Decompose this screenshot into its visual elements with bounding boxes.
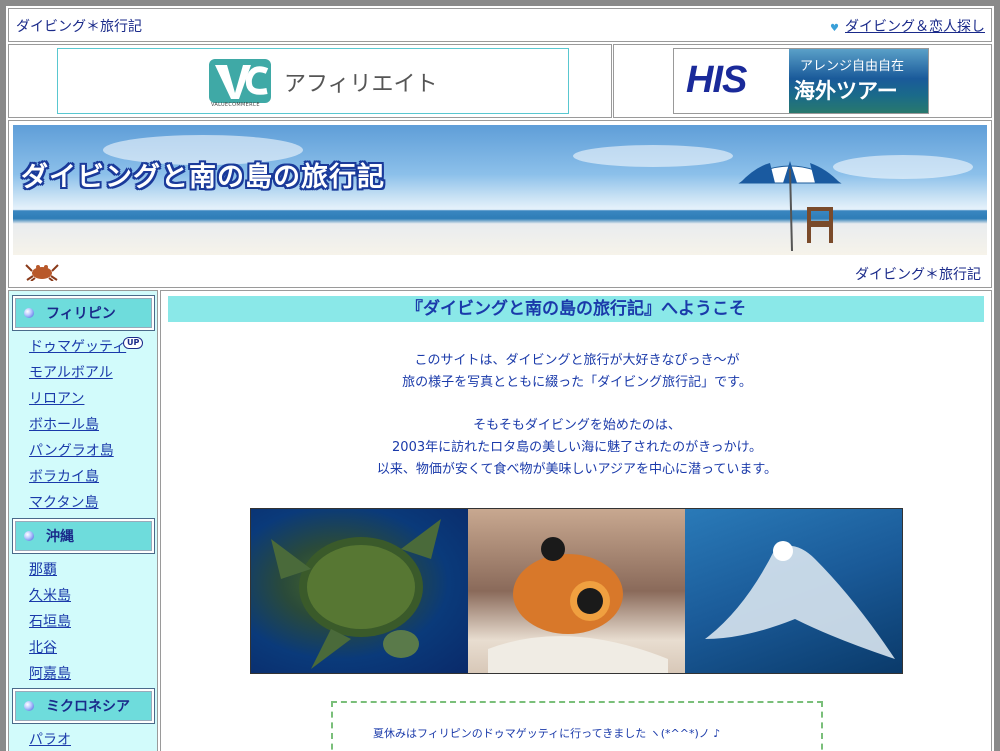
heart-icon: ♥ — [830, 23, 839, 34]
valuecommerce-logo-icon — [209, 59, 271, 103]
affiliate-text: アフィリエイト — [284, 72, 438, 97]
goby-fish-photo[interactable] — [468, 509, 685, 673]
sidebar-item-boracay[interactable]: ボラカイ島 — [29, 466, 99, 486]
valuecommerce-banner[interactable]: アフィリエイト VALUECOMMERCE — [57, 48, 569, 114]
sidebar-item-naha[interactable]: 那覇 — [29, 559, 57, 579]
manta-ray-icon — [705, 541, 895, 659]
top-bar: ダイビング＊旅行記 ♥ ダイビング＆恋人探し — [8, 8, 992, 42]
history-paragraph: そもそもダイビングを始めたのは、 2003年に訪れたロタ島の美しい海に魅了された… — [161, 415, 993, 481]
sidebar-item-ishigaki[interactable]: 石垣島 — [29, 611, 71, 631]
sidebar-item-moalboal[interactable]: モアルボアル — [29, 362, 113, 382]
welcome-heading: 『ダイビングと南の島の旅行記』へようこそ — [168, 296, 984, 322]
news-text: 夏休みはフィリピンのドゥマゲッティに行ってきました ヽ(*^^*)ノ ♪ — [373, 727, 721, 740]
sidebar-item-kumejima[interactable]: 久米島 — [29, 585, 71, 605]
intro-line: このサイトは、ダイビングと旅行が大好きなぴっき～が — [414, 353, 740, 368]
category-okinawa: 沖縄 — [12, 518, 155, 554]
crab-icon — [25, 264, 59, 281]
history-line: そもそもダイビングを始めたのは、 — [473, 418, 681, 433]
turtle-photo[interactable] — [251, 509, 468, 673]
sidebar-item-panglao[interactable]: パングラオ島 — [29, 440, 114, 460]
bullet-ball-icon — [24, 308, 34, 318]
site-header: ダイビングと南の島の旅行記 ダイビング＊旅行記 — [8, 120, 992, 288]
category-label: ミクロネシア — [46, 699, 130, 715]
history-line: 以来、物価が安くて食べ物が美味しいアジアを中心に潜っています。 — [376, 462, 778, 477]
news-box: 夏休みはフィリピンのドゥマゲッティに行ってきました ヽ(*^^*)ノ ♪ — [331, 701, 823, 751]
header-title: ダイビングと南の島の旅行記 — [21, 162, 385, 193]
sidebar-item-bohol[interactable]: ボホール島 — [29, 414, 99, 434]
sidebar-item-mactan[interactable]: マクタン島 — [29, 492, 98, 512]
valuecommerce-text: VALUECOMMERCE — [211, 102, 260, 108]
category-philippines: フィリピン — [12, 295, 155, 331]
affiliate-ad-cell: アフィリエイト VALUECOMMERCE — [8, 44, 612, 118]
intro-paragraph: このサイトは、ダイビングと旅行が大好きなぴっき～が 旅の様子を写真とともに綴った… — [161, 350, 993, 394]
turtle-icon — [271, 519, 441, 669]
photo-strip — [250, 508, 903, 674]
parasol-icon — [738, 161, 842, 252]
sidebar: フィリピン ドゥマゲッティ UP モアルボアル リロアン ボホール島 パングラオ… — [8, 290, 158, 751]
up-badge: UP — [123, 337, 144, 349]
sidebar-item-liloan[interactable]: リロアン — [29, 388, 84, 408]
main-content: 『ダイビングと南の島の旅行記』へようこそ このサイトは、ダイビングと旅行が大好き… — [160, 290, 992, 751]
bullet-ball-icon — [24, 701, 34, 711]
diving-love-link[interactable]: ♥ ダイビング＆恋人探し — [830, 16, 985, 36]
sidebar-item-chatan[interactable]: 北谷 — [29, 637, 57, 657]
sidebar-item-dumaguete[interactable]: ドゥマゲッティ — [29, 336, 126, 356]
bullet-ball-icon — [24, 531, 34, 541]
his-ad-cell: HIS アレンジ自由自在 海外ツアー — [613, 44, 992, 118]
header-home-link[interactable]: ダイビング＊旅行記 — [855, 264, 981, 284]
category-label: フィリピン — [46, 306, 116, 322]
intro-line: 旅の様子を写真とともに綴った「ダイビング旅行記」です。 — [402, 375, 752, 390]
manta-ray-photo[interactable] — [685, 509, 902, 673]
diving-love-link-label: ダイビング＆恋人探し — [845, 19, 985, 35]
his-banner[interactable]: HIS アレンジ自由自在 海外ツアー — [673, 48, 929, 114]
his-logo: HIS — [686, 59, 747, 101]
site-title: ダイビング＊旅行記 — [16, 19, 142, 35]
his-tour-text: 海外ツアー — [794, 79, 898, 103]
category-micronesia: ミクロネシア — [12, 688, 155, 724]
category-label: 沖縄 — [46, 529, 74, 545]
sidebar-item-palau[interactable]: パラオ — [29, 729, 71, 749]
fish-icon — [488, 537, 668, 673]
sidebar-item-aka[interactable]: 阿嘉島 — [29, 663, 71, 683]
his-tagline: アレンジ自由自在 — [800, 59, 905, 74]
history-line: 2003年に訪れたロタ島の美しい海に魅了されたのがきっかけ。 — [392, 440, 762, 455]
